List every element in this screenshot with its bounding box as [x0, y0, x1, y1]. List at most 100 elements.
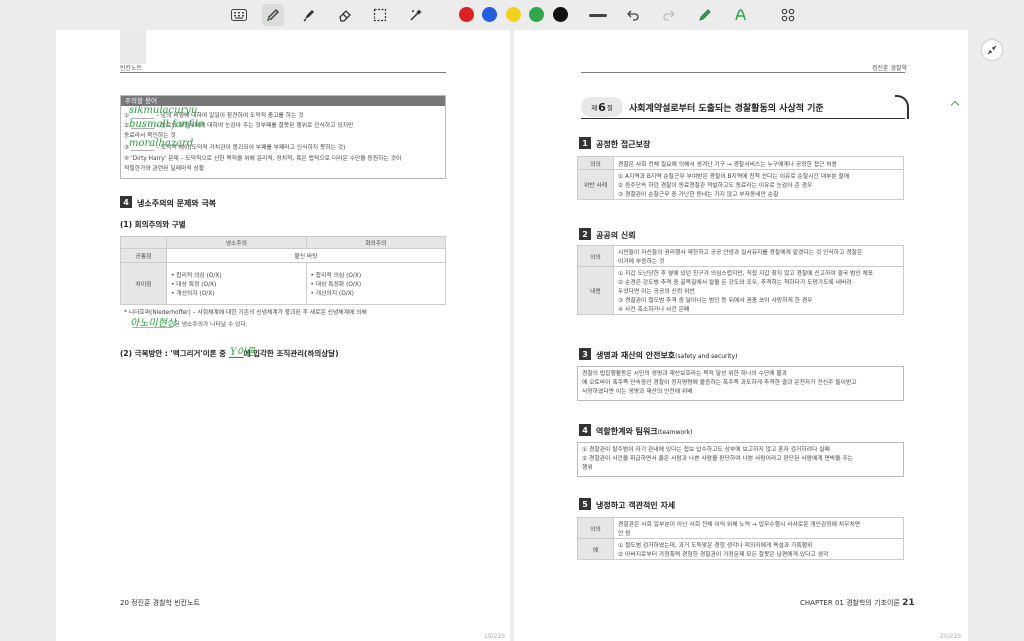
keyboard-icon[interactable] [228, 4, 250, 26]
page-counter: 20/223 [940, 633, 962, 640]
box-line: ① 경찰관이 탈주범이 자기 관내에 있다는 첩보 입수하고도 상부에 보고하지… [582, 447, 830, 453]
color-blue-swatch[interactable] [482, 7, 497, 22]
page-footer: CHAPTER 01 경찰학의 기초이론 21 [800, 598, 915, 608]
row-label: 의의 [577, 156, 614, 170]
section-number: 4 [120, 196, 132, 208]
comparison-table: 냉소주의 회의주의 공통점 불신 바탕 차이점 • 합리적 의심 (O/X) •… [120, 236, 446, 305]
section-title-suffix: (safety and security) [675, 353, 738, 360]
color-black-swatch[interactable] [553, 7, 568, 22]
section-title-text: 역할한계와 팀워크 [596, 427, 658, 436]
redo-icon[interactable] [658, 4, 680, 26]
list-item: • 대상 특정 (O/X) [171, 282, 217, 288]
page-tab-marker [120, 30, 146, 64]
header-rule [581, 72, 905, 73]
chapter-number: 6 [598, 100, 606, 114]
section-number: 1 [579, 137, 591, 149]
list-item: • 대상 특정화 (O/X) [310, 282, 362, 288]
page-footer: 20 정진훈 경찰학 빈칸노트 [120, 599, 200, 607]
list-item: ① 지갑 도난당한 후 옆에 있던 친구가 의심스럽지만, 직접 지갑 찾지 않… [618, 271, 874, 277]
box-line: 행위 [582, 465, 593, 471]
row-label: 의의 [577, 245, 614, 267]
section-title-text: 생명과 재산의 안전보호 [596, 351, 676, 360]
header-rule [120, 72, 446, 73]
table-cell: ① 지갑 도난당한 후 옆에 있던 친구가 의심스럽지만, 직접 지갑 찾지 않… [613, 266, 904, 315]
section-number: 3 [579, 348, 591, 360]
table-cell: 경찰은 사회 전체 필요에 의해서 생겨난 기구 → 경찰서비스는 누구에게나 … [613, 156, 904, 170]
list-item: 안 됨 [618, 531, 631, 537]
collapse-arrows-icon [987, 45, 997, 55]
left-page[interactable]: 빈칸노트 주의할 용어 ① ________ – 남의 비행에 대하여 일일이 … [56, 30, 510, 641]
lasso-select-icon[interactable] [369, 4, 391, 26]
right-page[interactable]: 정진훈 경찰학 제 6 절 사회계약설로부터 도출되는 경찰활동의 사상적 기준… [514, 30, 968, 641]
chapter-corner-curve [895, 95, 909, 119]
list-item: 이거에 부응하는 것 [618, 259, 665, 265]
list-item: 경찰관은 사회 일부분이 아닌 사회 전체 이익 위해 노력 → 업무수행시 사… [618, 522, 861, 528]
chapter-heading: 제 6 절 사회계약설로부터 도출되는 경찰활동의 사상적 기준 [581, 95, 909, 121]
table-cell: • 합리적 의심 (O/X) • 대상 특정 (O/X) • 개선의지 (O/X… [166, 262, 307, 305]
color-green-swatch[interactable] [529, 7, 544, 22]
caution-line: ④ 'Dirty Harry' 문제 – 도덕적으로 선한 목적을 위해 윤리적… [124, 156, 402, 162]
section-title: 공공의 신뢰 [596, 231, 636, 240]
section-table: 의의 경찰관은 사회 일부분이 아닌 사회 전체 이익 위해 노력 → 업무수행… [577, 517, 904, 560]
list-item: 시민들이 자신들의 권리행사 제한하고 공공 안녕과 질서유지를 경찰에게 맡겼… [618, 250, 863, 256]
row-label: 의의 [577, 517, 614, 539]
pen-icon[interactable] [262, 4, 284, 26]
section-number: 2 [579, 228, 591, 240]
undo-icon[interactable] [622, 4, 644, 26]
list-item: ② 순경은 강도범 추격 중 골목길에서 칼을 든 강도와 조우, 추격하는 척… [618, 280, 852, 286]
handwriting-annotation: 아노미현상 [130, 318, 176, 329]
grid-menu-icon[interactable] [777, 4, 799, 26]
section-title: 냉정하고 객관적인 자세 [596, 501, 676, 510]
row-label: 내용 [577, 266, 614, 315]
eraser-icon[interactable] [334, 4, 356, 26]
ai-magic-icon[interactable] [405, 4, 427, 26]
section-title-suffix: (teamwork) [657, 429, 693, 436]
list-item: 두었다면 이는 공공의 신뢰 위반 [618, 289, 695, 295]
annotation-toolbar [0, 0, 1024, 30]
pen-settings-icon[interactable] [694, 4, 716, 26]
section-title: 역할한계와 팀워크(teamwork) [596, 426, 692, 437]
table-cell: 시민들이 자신들의 권리행사 제한하고 공공 안녕과 질서유지를 경찰에게 맡겼… [613, 245, 904, 267]
row-label: 예 [577, 538, 614, 560]
table-cell: ① 절도범 검거하였는데, 과거 도둑맞은 경험 생각나 피의자에게 욕설과 가… [613, 538, 904, 560]
list-item: ① A지역과 B지역 순찰근무 부여받은 경찰이 B지역에 친척 산다는 이유로… [618, 174, 850, 180]
list-item: • 개선의지 (O/X) [171, 291, 215, 297]
collapse-button[interactable] [982, 40, 1002, 60]
section-title: 생명과 재산의 안전보호(safety and security) [596, 350, 737, 361]
list-item: • 합리적 의심 (O/X) [310, 273, 362, 279]
chapter-title: 사회계약설로부터 도출되는 경찰활동의 사상적 기준 [629, 104, 824, 114]
section-number: 5 [579, 498, 591, 510]
box-line: 예 오토바이 폭주족 단속중인 경찰이 정지명령에 불응하는 폭주족 과도하게 … [582, 380, 857, 386]
highlighter-icon[interactable] [298, 4, 320, 26]
row-label: 차이점 [120, 262, 167, 305]
shape-recognition-icon[interactable] [730, 4, 752, 26]
list-item: ③ 경찰관이 순찰근무 중 가난한 동네는 가지 않고 부자동네만 순찰 [618, 192, 779, 198]
section-title: 냉소주의의 문제와 극복 [137, 199, 217, 208]
box-line: 경찰의 법집행활동은 시민의 생명과 재산보호라는 목적 달성 위한 하나의 수… [582, 371, 788, 377]
section-box: ① 경찰관이 탈주범이 자기 관내에 있다는 첩보 입수하고도 상부에 보고하지… [577, 442, 904, 477]
box-line: ② 경찰관이 사건을 취급하면서 옳은 사람과 나쁜 사람을 판단하여 나쁜 사… [582, 456, 853, 462]
handwriting-annotation: busmall fanfile [129, 119, 204, 130]
table-cell: 경찰관은 사회 일부분이 아닌 사회 전체 이익 위해 노력 → 업무수행시 사… [613, 517, 904, 539]
table-cell: • 합리적 의심 (O/X) • 대상 특정화 (O/X) • 개선의지 (O/… [305, 262, 446, 305]
table-header-cell: 냉소주의 [166, 236, 307, 249]
handwriting-annotation: moralhazard [129, 138, 194, 149]
table-cell: 불신 바탕 [166, 248, 446, 263]
section-box: 경찰의 법집행활동은 시민의 생명과 재산보호라는 목적 달성 위한 하나의 수… [577, 366, 904, 401]
color-red-swatch[interactable] [459, 7, 474, 22]
stroke-thickness-button[interactable] [589, 14, 607, 17]
section-title: 공정한 접근보장 [596, 140, 651, 149]
footer-chapter: CHAPTER 01 경찰학의 기초이론 [800, 599, 900, 607]
section-table: 의의 경찰은 사회 전체 필요에 의해서 생겨난 기구 → 경찰서비스는 누구에… [577, 156, 904, 200]
list-item: ② 음주단속 하던 경찰이 동료경찰관 적발하고도 동료라는 이유로 눈감아 준… [618, 183, 813, 189]
table-corner-cell [120, 236, 167, 249]
section-number: 4 [579, 424, 591, 436]
page-header-left: 빈칸노트 [120, 65, 143, 72]
color-yellow-swatch[interactable] [506, 7, 521, 22]
page-header-right: 정진훈 경찰학 [872, 65, 908, 72]
list-item: • 개선의지 (O/X) [310, 291, 354, 297]
box-line: 사망하였다면 이는 생명과 재산의 안전에 위배 [582, 389, 693, 395]
subsection-title: (1) 회의주의와 구별 [120, 220, 186, 229]
list-item: ④ 사건 축소하거나 사건 은폐 [618, 307, 690, 313]
row-label: 위반 사례 [577, 169, 614, 200]
